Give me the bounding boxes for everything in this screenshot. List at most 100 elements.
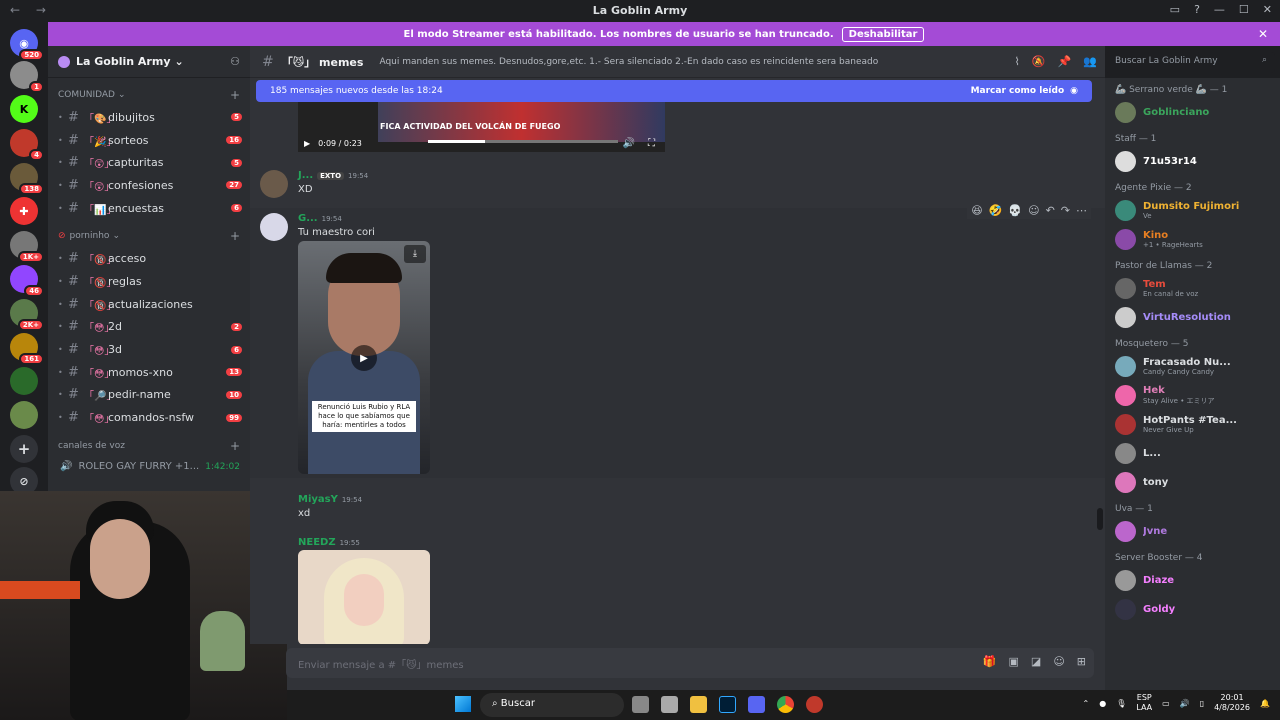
sticker-icon[interactable]: ◪ <box>1031 655 1041 668</box>
channel-item[interactable]: • # 「😳」 3d 6 <box>48 338 250 361</box>
volume-icon[interactable]: 🔊 <box>623 138 635 149</box>
language-indicator[interactable]: ESP LAA <box>1136 693 1152 713</box>
reaction-rofl-icon[interactable]: 🤣 <box>989 204 1003 217</box>
server-icon[interactable] <box>10 401 38 429</box>
add-member-icon[interactable]: ⚇ <box>230 55 240 68</box>
category-comunidad[interactable]: COMUNIDAD ⌄ + <box>48 84 250 106</box>
server-icon[interactable]: 4 <box>10 129 44 161</box>
channel-item[interactable]: • # 「🔎」 pedir-name 10 <box>48 384 250 407</box>
channel-item[interactable]: • # 「😳」 momos-xno 13 <box>48 361 250 384</box>
member-item[interactable]: HotPants #Tea... Never Give Up <box>1105 410 1280 439</box>
chrome-icon[interactable] <box>777 696 794 713</box>
category-porninho[interactable]: ⊘ porninho ⌄ + <box>48 225 250 247</box>
member-item[interactable]: Goblinciano <box>1105 98 1280 127</box>
video-progress[interactable] <box>428 140 618 143</box>
close-banner-icon[interactable]: ✕ <box>1258 27 1268 41</box>
avatar[interactable] <box>260 170 288 198</box>
member-item[interactable]: Fracasado Nu... Candy Candy Candy <box>1105 352 1280 381</box>
category-voice[interactable]: canales de voz + <box>48 435 250 457</box>
mark-read-button[interactable]: Marcar como leído <box>971 86 1065 96</box>
add-channel-icon[interactable]: + <box>230 229 240 243</box>
forward-icon[interactable]: ↷ <box>1061 204 1070 217</box>
member-item[interactable]: Diaze <box>1105 566 1280 595</box>
play-icon[interactable]: ▶ <box>351 345 377 371</box>
mute-icon[interactable]: 🔕 <box>1032 55 1046 68</box>
gift-icon[interactable]: 🎁 <box>983 655 997 668</box>
network-icon[interactable]: ▭ <box>1162 699 1170 708</box>
server-icon[interactable]: 1 <box>10 61 44 93</box>
guild-header[interactable]: La Goblin Army ⌄ ⚇ <box>48 46 250 78</box>
channel-item[interactable]: • # 「📊」 encuestas 6 <box>48 197 250 220</box>
close-icon[interactable]: ✕ <box>1263 3 1272 16</box>
discord-icon[interactable] <box>748 696 765 713</box>
avatar[interactable] <box>260 213 288 241</box>
video-embed[interactable]: FICA ACTIVIDAD DEL VOLCÁN DE FUEGO ▶ 0:0… <box>298 102 665 152</box>
channel-item[interactable]: • # 「🔞」 reglas <box>48 270 250 293</box>
member-item[interactable]: Dumsito Fujimori Ve <box>1105 196 1280 225</box>
tray-app-icon[interactable]: ● <box>1099 699 1106 708</box>
image-attachment[interactable] <box>298 550 430 644</box>
volume-icon[interactable]: 🔊 <box>1180 699 1190 708</box>
member-item[interactable]: Jvne <box>1105 517 1280 546</box>
help-icon[interactable]: ? <box>1194 3 1200 16</box>
channel-item[interactable]: • # 「🔞」 acceso <box>48 247 250 270</box>
apps-icon[interactable]: ⊞ <box>1077 655 1086 668</box>
download-icon[interactable]: ⤓ <box>404 245 426 263</box>
tray-chevron-icon[interactable]: ⌃ <box>1083 699 1090 708</box>
server-icon[interactable]: 46 <box>10 265 44 297</box>
app-icon[interactable] <box>661 696 678 713</box>
reply-icon[interactable]: ↶ <box>1046 204 1055 217</box>
gif-icon[interactable]: ▣ <box>1009 655 1019 668</box>
channel-item[interactable]: • # 「😳」 2d 2 <box>48 316 250 339</box>
channel-item[interactable]: • # 「🎨」 dibujitos 5 <box>48 106 250 129</box>
reaction-skull-icon[interactable]: 💀 <box>1008 204 1022 217</box>
server-icon[interactable]: 1K+ <box>10 231 44 263</box>
mic-icon[interactable]: 🎙 <box>1116 699 1126 708</box>
add-channel-icon[interactable]: + <box>230 88 240 102</box>
member-item[interactable]: Goldy <box>1105 595 1280 624</box>
scrollbar[interactable] <box>1097 508 1103 530</box>
server-icon[interactable]: 138 <box>10 163 44 195</box>
channel-item[interactable]: • # 「🔞」 actualizaciones <box>48 293 250 316</box>
app-icon[interactable] <box>806 696 823 713</box>
windows-start-icon[interactable] <box>455 696 471 712</box>
video-attachment[interactable]: ⤓ ▶ Renunció Luis Rubio y RLA hace lo qu… <box>298 241 430 474</box>
threads-icon[interactable]: ⌇ <box>1015 55 1020 68</box>
photoshop-icon[interactable] <box>719 696 736 713</box>
clock[interactable]: 20:01 4/8/2026 <box>1214 693 1250 713</box>
minimize-icon[interactable]: — <box>1214 3 1225 16</box>
direct-messages-button[interactable]: ◉ 520 <box>10 29 44 61</box>
inbox-icon[interactable]: ▭ <box>1170 3 1180 16</box>
voice-channel[interactable]: 🔊 ROLEO GAY FURRY +1... 1:42:02 <box>48 457 250 477</box>
channel-item[interactable]: • # 「😲」 capturitas 5 <box>48 151 250 174</box>
message-input[interactable]: Enviar mensaje a #「😼」memes 🎁 ▣ ◪ ☺ ⊞ <box>286 648 1094 678</box>
member-item[interactable]: L... <box>1105 439 1280 468</box>
notifications-icon[interactable]: 🔔 <box>1260 699 1270 708</box>
battery-icon[interactable]: ▯ <box>1200 699 1204 708</box>
member-item[interactable]: 71u53r14 <box>1105 147 1280 176</box>
server-icon[interactable]: ✚ <box>10 197 38 225</box>
member-item[interactable]: Hek Stay Alive • エミリア <box>1105 381 1280 410</box>
add-reaction-icon[interactable]: ☺ <box>1028 204 1039 217</box>
taskbar-search[interactable]: ⌕ Buscar <box>480 693 624 717</box>
channel-item[interactable]: • # 「😳」 comandos-nsfw 99 <box>48 406 250 429</box>
members-icon[interactable]: 👥 <box>1083 55 1097 68</box>
pin-icon[interactable]: 📌 <box>1058 55 1072 68</box>
emoji-icon[interactable]: ☺ <box>1053 655 1064 668</box>
channel-item[interactable]: • # 「🎉」 sorteos 16 <box>48 129 250 152</box>
author-name[interactable]: NEEDZ <box>298 537 336 548</box>
disable-streamer-button[interactable]: Deshabilitar <box>841 26 925 42</box>
maximize-icon[interactable]: ☐ <box>1239 3 1249 16</box>
server-icon[interactable]: 2K+ <box>10 299 44 331</box>
server-icon[interactable] <box>10 367 38 395</box>
more-icon[interactable]: ⋯ <box>1076 204 1087 217</box>
new-messages-bar[interactable]: 185 mensajes nuevos desde las 18:24 Marc… <box>256 80 1092 102</box>
task-view-icon[interactable] <box>632 696 649 713</box>
reaction-laugh-icon[interactable]: 😆 <box>971 204 982 217</box>
server-icon[interactable]: 161 <box>10 333 44 365</box>
fullscreen-icon[interactable]: ⛶ <box>648 138 655 149</box>
member-item[interactable]: Kino +1 • RageHearts <box>1105 225 1280 254</box>
channel-item[interactable]: • # 「😲」 confesiones 27 <box>48 174 250 197</box>
author-name[interactable]: G... <box>298 213 318 224</box>
server-icon[interactable]: K <box>10 95 38 123</box>
